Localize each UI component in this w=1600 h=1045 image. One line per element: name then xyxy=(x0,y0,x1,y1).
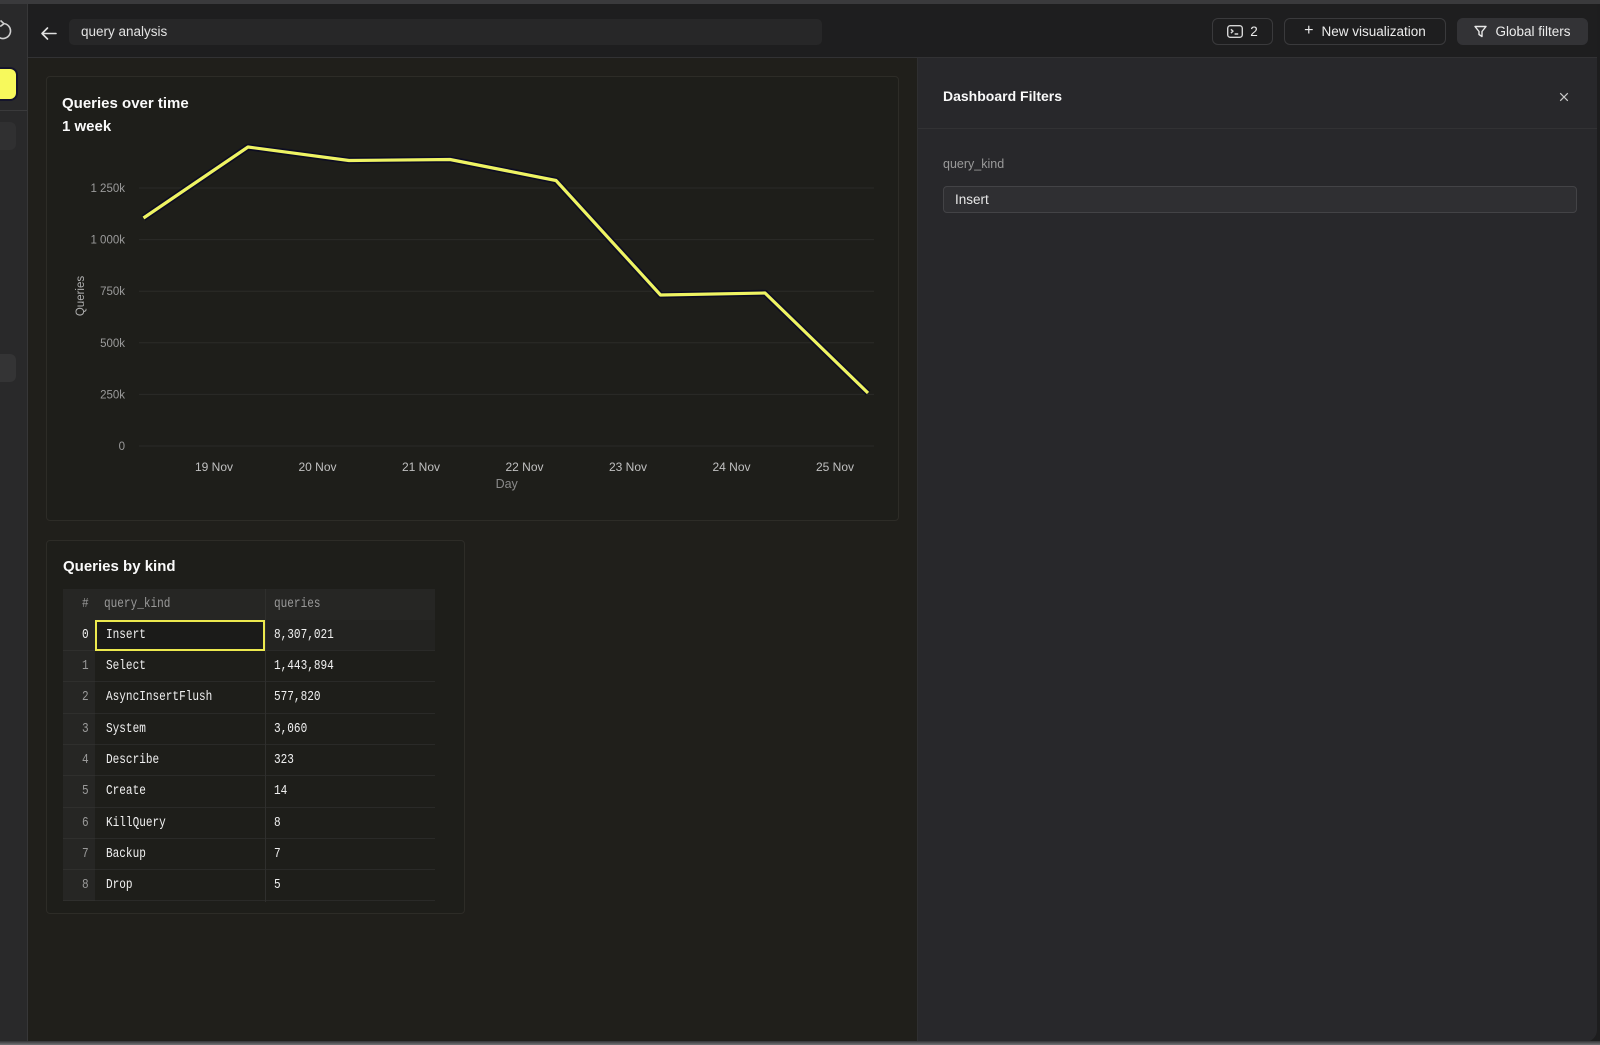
svg-text:500k: 500k xyxy=(100,338,125,350)
svg-text:1 000k: 1 000k xyxy=(90,235,125,247)
svg-text:24 Nov: 24 Nov xyxy=(712,460,750,474)
svg-text:1 250k: 1 250k xyxy=(90,183,125,195)
svg-text:25 Nov: 25 Nov xyxy=(816,460,854,474)
svg-text:23 Nov: 23 Nov xyxy=(609,460,647,474)
svg-text:Day: Day xyxy=(496,477,519,491)
svg-text:19 Nov: 19 Nov xyxy=(195,460,233,474)
svg-text:750k: 750k xyxy=(100,286,125,298)
svg-text:250k: 250k xyxy=(100,389,125,401)
svg-text:22 Nov: 22 Nov xyxy=(505,460,543,474)
svg-text:Queries: Queries xyxy=(75,276,87,317)
svg-text:0: 0 xyxy=(119,441,125,453)
svg-text:20 Nov: 20 Nov xyxy=(298,460,336,474)
svg-text:21 Nov: 21 Nov xyxy=(402,460,440,474)
